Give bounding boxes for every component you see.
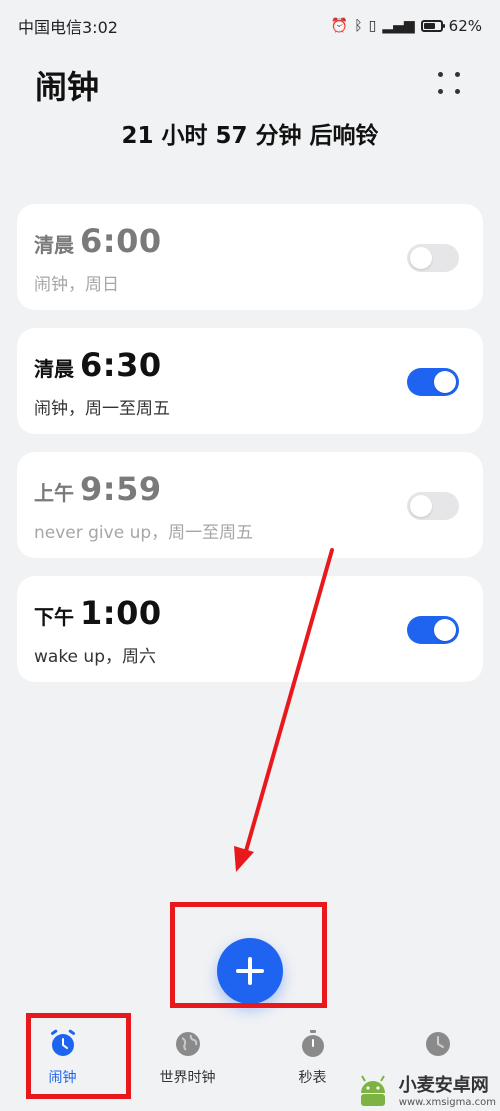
alarm-card[interactable]: 上午 9:59 never give up，周一至周五	[17, 452, 483, 558]
battery-percent: 62%	[448, 17, 482, 35]
android-logo-icon	[360, 1075, 385, 1106]
alarm-card[interactable]: 清晨 6:30 闹钟，周一至周五	[17, 328, 483, 434]
timer-icon	[425, 1032, 450, 1056]
alarm-list: 清晨 6:00 闹钟，周日 清晨 6:30 闹钟，周一至周五 上午 9:59 n…	[17, 204, 483, 700]
alarm-description: 闹钟，周日	[34, 275, 119, 295]
globe-icon	[175, 1032, 200, 1056]
status-bar: 中国电信3:02 ⏰ ᛒ ▯ ▂▄▆ 62%	[0, 0, 500, 52]
alarm-period: 下午	[34, 605, 74, 629]
alarm-period: 清晨	[34, 357, 74, 381]
alarm-period: 清晨	[34, 233, 74, 257]
more-options-icon[interactable]	[438, 72, 462, 96]
alarm-card[interactable]: 清晨 6:00 闹钟，周日	[17, 204, 483, 310]
alarm-status-icon: ⏰	[330, 18, 349, 34]
alarm-time: 6:00	[80, 222, 162, 260]
watermark: 小麦安卓网 www.xmsigma.com	[353, 1069, 496, 1109]
alarm-clock-icon	[50, 1029, 75, 1056]
alarm-period: 上午	[34, 481, 74, 505]
stopwatch-icon	[301, 1030, 324, 1057]
battery-icon	[420, 20, 445, 32]
alarm-time: 6:30	[80, 346, 162, 384]
vibrate-icon: ▯	[368, 18, 377, 34]
carrier-time: 中国电信3:02	[18, 18, 118, 37]
alarm-time: 9:59	[80, 470, 162, 508]
nav-item-world-clock[interactable]: 世界时钟	[125, 1013, 250, 1111]
nav-label: 秒表	[298, 1070, 327, 1086]
alarm-toggle[interactable]	[407, 244, 459, 272]
page-title: 闹钟	[35, 68, 100, 106]
watermark-title: 小麦安卓网	[398, 1074, 489, 1096]
signal-icon: ▂▄▆	[382, 18, 415, 34]
add-alarm-button[interactable]	[217, 938, 283, 1004]
nav-item-alarm[interactable]: 闹钟	[0, 1013, 125, 1111]
alarm-card[interactable]: 下午 1:00 wake up，周六	[17, 576, 483, 682]
alarm-description: never give up，周一至周五	[34, 523, 254, 543]
alarm-time: 1:00	[80, 594, 162, 632]
alarm-description: wake up，周六	[34, 647, 156, 667]
bluetooth-icon: ᛒ	[354, 18, 363, 34]
next-alarm-countdown: 21 小时 57 分钟 后响铃	[121, 123, 379, 149]
alarm-toggle[interactable]	[407, 368, 459, 396]
plus-icon	[236, 957, 264, 985]
watermark-url: www.xmsigma.com	[398, 1096, 496, 1108]
alarm-description: 闹钟，周一至周五	[34, 399, 170, 419]
nav-label: 世界时钟	[159, 1070, 216, 1086]
alarm-toggle[interactable]	[407, 616, 459, 644]
nav-label: 闹钟	[48, 1070, 77, 1086]
status-icons: ⏰ ᛒ ▯ ▂▄▆ 62%	[331, 17, 482, 35]
alarm-toggle[interactable]	[407, 492, 459, 520]
